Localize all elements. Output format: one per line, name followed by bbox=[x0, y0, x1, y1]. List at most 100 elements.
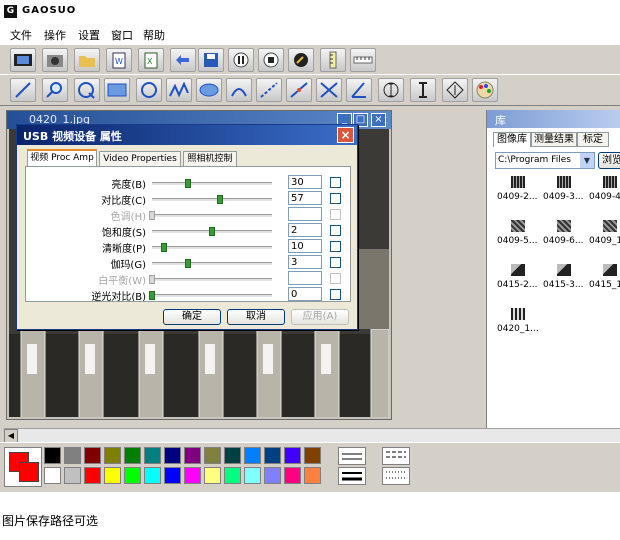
ok-button[interactable]: 确定 bbox=[163, 309, 221, 325]
color-swatch[interactable] bbox=[264, 467, 281, 484]
color-swatch[interactable] bbox=[44, 447, 61, 464]
property-slider[interactable] bbox=[152, 243, 272, 252]
color-swatch[interactable] bbox=[64, 447, 81, 464]
color-swatch[interactable] bbox=[264, 447, 281, 464]
tab-video-properties[interactable]: Video Properties bbox=[99, 151, 181, 166]
cross-line-tool[interactable] bbox=[316, 78, 342, 102]
color-swatch[interactable] bbox=[224, 467, 241, 484]
color-swatch[interactable] bbox=[184, 447, 201, 464]
circle-tool[interactable] bbox=[136, 78, 162, 102]
color-swatch[interactable] bbox=[144, 467, 161, 484]
property-slider[interactable] bbox=[152, 259, 272, 268]
camera-button[interactable] bbox=[42, 48, 68, 72]
slider-thumb[interactable] bbox=[161, 243, 167, 252]
open-button[interactable] bbox=[74, 48, 100, 72]
color-swatch[interactable] bbox=[244, 467, 261, 484]
thumbnail-item[interactable]: 0420_1... bbox=[497, 308, 541, 348]
horizontal-ruler-button[interactable] bbox=[350, 48, 376, 72]
thumbnail-item[interactable]: 0409-3... bbox=[543, 176, 587, 216]
color-swatch[interactable] bbox=[144, 447, 161, 464]
color-swatch[interactable] bbox=[204, 447, 221, 464]
color-swatch[interactable] bbox=[164, 447, 181, 464]
line-style-dotted[interactable] bbox=[382, 467, 410, 485]
film-button[interactable] bbox=[10, 48, 36, 72]
tab-calibration[interactable]: 标定 bbox=[577, 132, 609, 147]
color-swatch[interactable] bbox=[204, 467, 221, 484]
circle-zoom-tool[interactable] bbox=[74, 78, 100, 102]
auto-checkbox[interactable] bbox=[330, 177, 341, 188]
slider-thumb[interactable] bbox=[217, 195, 224, 204]
diamond-gauge-tool[interactable] bbox=[442, 78, 468, 102]
slider-thumb[interactable] bbox=[149, 291, 155, 300]
palette-tool[interactable] bbox=[472, 78, 498, 102]
line-tool[interactable] bbox=[10, 78, 36, 102]
vertical-gauge-tool[interactable] bbox=[378, 78, 404, 102]
color-swatch[interactable] bbox=[64, 467, 81, 484]
cancel-button[interactable]: 取消 bbox=[227, 309, 285, 325]
color-swatch[interactable] bbox=[304, 467, 321, 484]
line-style-thick[interactable] bbox=[338, 467, 366, 485]
color-swatch[interactable] bbox=[184, 467, 201, 484]
property-value[interactable]: 57 bbox=[288, 191, 322, 205]
menu-help[interactable]: 帮助 bbox=[143, 27, 165, 43]
dashed-line-tool[interactable] bbox=[256, 78, 282, 102]
horizontal-scrollbar[interactable]: ◀ bbox=[4, 428, 620, 443]
arc-tool[interactable] bbox=[226, 78, 252, 102]
angle-measure-tool[interactable] bbox=[346, 78, 372, 102]
menu-operation[interactable]: 操作 bbox=[44, 27, 66, 43]
color-swatch[interactable] bbox=[284, 447, 301, 464]
thumbnail-item[interactable]: 0415-2... bbox=[497, 264, 541, 304]
color-swatch[interactable] bbox=[124, 447, 141, 464]
thumbnail-item[interactable]: 0409-6... bbox=[543, 220, 587, 260]
auto-checkbox[interactable] bbox=[330, 225, 341, 236]
color-swatch[interactable] bbox=[84, 467, 101, 484]
tab-image-library[interactable]: 图像库 bbox=[493, 132, 531, 147]
thumbnail-item[interactable]: 0409-2... bbox=[497, 176, 541, 216]
color-swatch[interactable] bbox=[164, 467, 181, 484]
property-slider[interactable] bbox=[149, 291, 272, 300]
thumbnail-item[interactable]: 0409-4 bbox=[589, 176, 620, 216]
auto-checkbox[interactable] bbox=[330, 193, 341, 204]
current-color[interactable] bbox=[4, 447, 42, 487]
export-excel-button[interactable]: X bbox=[138, 48, 164, 72]
browse-button[interactable]: 浏览 bbox=[598, 152, 620, 169]
menu-file[interactable]: 文件 bbox=[10, 27, 32, 43]
ellipse-tool[interactable] bbox=[196, 78, 222, 102]
line-style-dashed[interactable] bbox=[382, 447, 410, 465]
zoom-tool[interactable] bbox=[42, 78, 68, 102]
auto-checkbox[interactable] bbox=[330, 257, 341, 268]
thumbnail-item[interactable]: 0415_1 bbox=[589, 264, 620, 304]
color-swatch[interactable] bbox=[104, 447, 121, 464]
auto-checkbox[interactable] bbox=[330, 241, 341, 252]
vertical-ruler-button[interactable] bbox=[320, 48, 346, 72]
pause-button[interactable] bbox=[228, 48, 254, 72]
color-swatch[interactable] bbox=[224, 447, 241, 464]
slider-thumb[interactable] bbox=[209, 227, 215, 236]
slider-thumb[interactable] bbox=[185, 179, 191, 188]
rectangle-tool[interactable] bbox=[104, 78, 130, 102]
background-color-swatch[interactable] bbox=[19, 462, 39, 482]
stop-button[interactable] bbox=[258, 48, 284, 72]
save-button[interactable] bbox=[198, 48, 224, 72]
property-slider[interactable] bbox=[152, 195, 272, 204]
menu-settings[interactable]: 设置 bbox=[78, 27, 100, 43]
thumbnail-item[interactable]: 0409-5... bbox=[497, 220, 541, 260]
color-swatch[interactable] bbox=[304, 447, 321, 464]
property-value[interactable]: 0 bbox=[288, 287, 322, 301]
property-value[interactable]: 2 bbox=[288, 223, 322, 237]
tools-button[interactable] bbox=[288, 48, 314, 72]
settings-button[interactable] bbox=[170, 48, 196, 72]
color-swatch[interactable] bbox=[124, 467, 141, 484]
color-swatch[interactable] bbox=[104, 467, 121, 484]
thumbnail-item[interactable]: 0409_1 bbox=[589, 220, 620, 260]
dialog-close-button[interactable]: × bbox=[337, 127, 354, 143]
point-line-tool[interactable] bbox=[286, 78, 312, 102]
polyline-tool[interactable] bbox=[166, 78, 192, 102]
property-slider[interactable] bbox=[152, 227, 272, 236]
menu-window[interactable]: 窗口 bbox=[111, 27, 133, 43]
scroll-left-icon[interactable]: ◀ bbox=[4, 429, 18, 443]
close-button[interactable]: × bbox=[371, 113, 386, 127]
color-swatch[interactable] bbox=[284, 467, 301, 484]
tab-camera-control[interactable]: 照相机控制 bbox=[183, 151, 237, 166]
line-style-thin[interactable] bbox=[338, 447, 366, 465]
